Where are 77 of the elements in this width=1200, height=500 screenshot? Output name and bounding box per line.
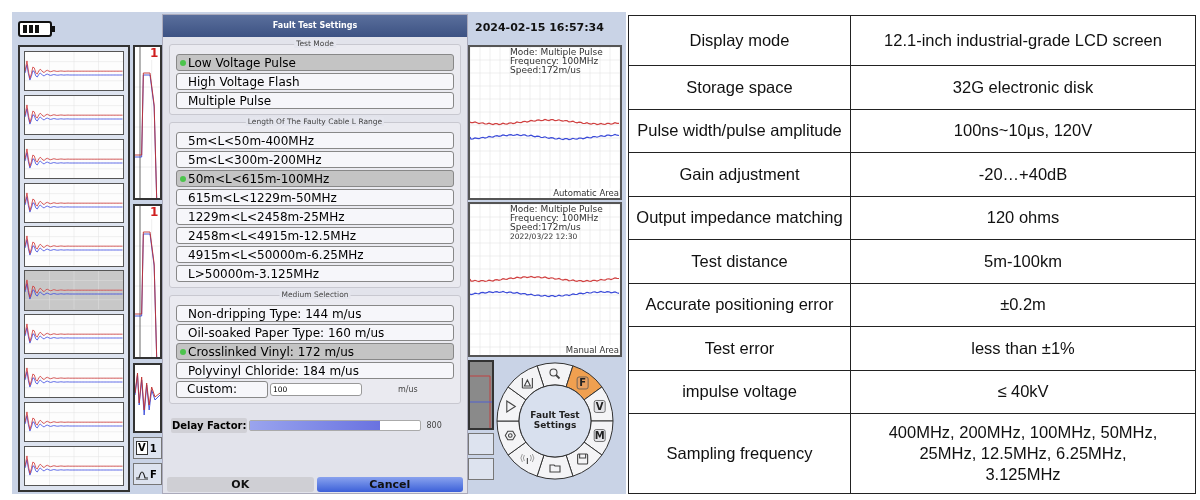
plot-info: Frequency: 100MHz — [510, 57, 600, 66]
waveform-thumbnail[interactable] — [24, 445, 124, 486]
waveform-thumbnail[interactable] — [24, 314, 124, 355]
panel-button[interactable] — [468, 458, 494, 480]
plot-info: Speed:172m/us — [510, 223, 582, 232]
dialog-title: Fault Test Settings — [163, 15, 467, 37]
waveform-thumbnail[interactable] — [24, 270, 124, 311]
waveform-thumbnail[interactable] — [24, 51, 124, 92]
waveform-thumbnail[interactable] — [24, 226, 124, 267]
option-button[interactable]: Non-dripping Type: 144 m/us — [176, 305, 454, 322]
plot-info: Mode: Multiple Pulse — [510, 48, 603, 57]
channel-value: 1 — [149, 441, 157, 456]
spec-name: Sampling frequency — [628, 413, 851, 494]
spec-name: Gain adjustment — [628, 152, 851, 196]
spec-name: Test distance — [628, 239, 851, 283]
settings-icon — [504, 430, 516, 441]
ruler-icon — [521, 377, 533, 389]
option-button[interactable]: 50m<L<615m-100MHz — [176, 170, 454, 187]
spec-value: less than ±1% — [850, 326, 1196, 370]
option-button[interactable]: High Voltage Flash — [176, 73, 454, 90]
spec-value: 120 ohms — [850, 196, 1196, 240]
option-button[interactable]: 2458m<L<4915m-12.5MHz — [176, 227, 454, 244]
area-label: Manual Area — [565, 345, 619, 355]
battery-icon — [18, 20, 56, 37]
spec-value: 400MHz, 200MHz, 100MHz, 50MHz, 25MHz, 12.5MHz, 6.25MHz, 3.125MHz — [850, 413, 1196, 494]
filter-label: F — [150, 467, 157, 482]
area-label: Automatic Area — [553, 188, 619, 198]
spec-value: -20…+40dB — [850, 152, 1196, 196]
option-button[interactable]: 5m<L<50m-400MHz — [176, 132, 454, 149]
wheel-menu-button[interactable] — [496, 386, 527, 422]
spec-value: 12.1-inch industrial-grade LCD screen — [850, 15, 1196, 66]
spec-name: Display mode — [628, 15, 851, 66]
spec-name: Storage space — [628, 65, 851, 109]
delay-label: Delay Factor: — [171, 418, 248, 433]
play-icon — [506, 399, 517, 413]
spec-name: Test error — [628, 326, 851, 370]
option-button[interactable]: L>50000m-3.125MHz — [176, 265, 454, 282]
plot-info: Frequency: 100MHz — [510, 214, 600, 223]
search-icon — [549, 368, 561, 380]
waveform-thumbnail[interactable] — [24, 138, 124, 180]
spec-value: ±0.2m — [850, 283, 1196, 327]
option-button[interactable]: 615m<L<1229m-50MHz — [176, 189, 454, 206]
option-button[interactable]: Crosslinked Vinyl: 172 m/us — [176, 343, 454, 360]
spec-value: 5m-100km — [850, 239, 1196, 283]
spec-name: Accurate positioning error — [628, 283, 851, 327]
dialog-button[interactable]: OK — [167, 477, 314, 492]
channel-number: 1 — [150, 206, 159, 219]
spec-value: ≤ 40kV — [850, 370, 1196, 414]
option-button[interactable]: 5m<L<300m-200MHz — [176, 151, 454, 168]
spec-name: Output impedance matching — [628, 196, 851, 240]
folder-icon — [549, 464, 561, 473]
waveform-thumbnail[interactable] — [24, 94, 124, 136]
delay-reading: 800 — [426, 419, 442, 432]
plot-info: Mode: Multiple Pulse — [510, 205, 603, 214]
date-time: 2024-02-15 16:57:34 — [475, 20, 604, 37]
spec-name: impulse voltage — [628, 370, 851, 414]
unit-label: m/us — [398, 383, 418, 396]
channel-number: 1 — [150, 47, 159, 60]
custom-label: Custom: — [176, 381, 268, 398]
delay-slider[interactable] — [249, 420, 422, 431]
option-button[interactable]: 4915m<L<50000m-6.25MHz — [176, 246, 454, 263]
waveform-thumbnail[interactable] — [24, 357, 124, 399]
spec-name: Pulse width/pulse amplitude — [628, 109, 851, 153]
waveform-thumbnail[interactable] — [24, 401, 124, 443]
option-button[interactable]: Oil-soaked Paper Type: 160 m/us — [176, 324, 454, 341]
option-button[interactable]: Polyvinyl Chloride: 184 m/us — [176, 362, 454, 379]
spec-value: 100ns~10μs, 120V — [850, 109, 1196, 153]
option-button[interactable]: 1229m<L<2458m-25MHz — [176, 208, 454, 225]
wheel-center-label: Fault Test Settings — [530, 410, 580, 430]
spec-value: 32G electronic disk — [850, 65, 1196, 109]
channel-key[interactable]: V — [136, 441, 148, 455]
waveform-thumbnail[interactable] — [24, 182, 124, 223]
plot-info: Speed:172m/us — [510, 66, 582, 75]
option-button[interactable]: Multiple Pulse — [176, 92, 454, 109]
dialog-button[interactable]: Cancel — [316, 477, 463, 492]
option-button[interactable]: Low Voltage Pulse — [176, 54, 454, 71]
antenna-icon — [520, 453, 535, 465]
